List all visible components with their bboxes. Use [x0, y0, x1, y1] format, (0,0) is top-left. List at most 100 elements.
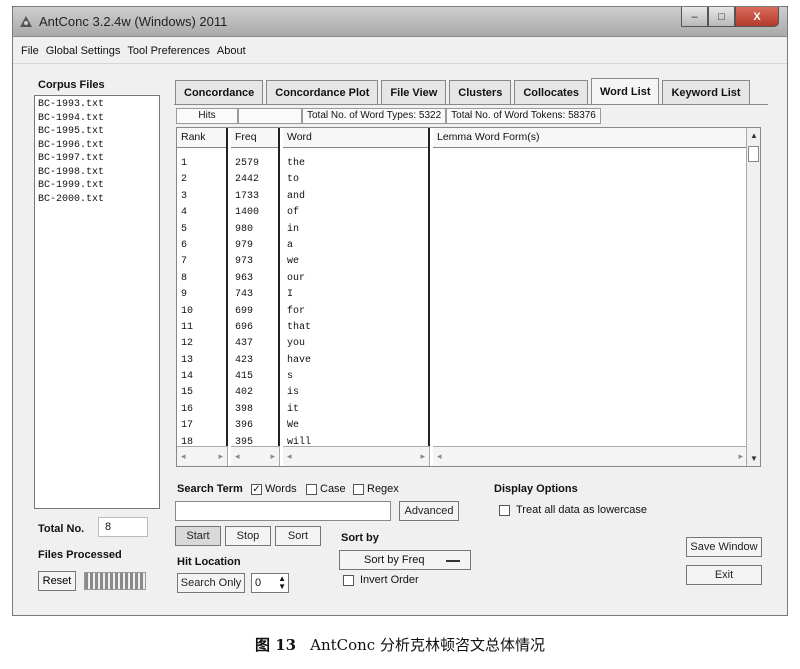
rank-cell[interactable]: 2 [177, 172, 226, 188]
word-header[interactable]: Word [283, 128, 428, 148]
rank-header[interactable]: Rank [177, 128, 226, 148]
search-only-button[interactable]: Search Only [177, 573, 245, 593]
corpus-file-item[interactable]: BC-1993.txt [38, 98, 156, 112]
freq-hscrollbar[interactable]: ◂ ▸ [231, 446, 280, 466]
freq-cell[interactable]: 2579 [231, 156, 278, 172]
menu-file[interactable]: File [21, 45, 39, 57]
word-hscrollbar[interactable]: ◂ ▸ [283, 446, 430, 466]
words-checkbox[interactable]: ✓ [251, 483, 262, 495]
invert-order-option[interactable]: Invert Order [343, 574, 419, 586]
maximize-button[interactable]: □ [708, 7, 735, 27]
rank-cell[interactable]: 14 [177, 369, 226, 385]
freq-cell[interactable]: 1400 [231, 205, 278, 221]
rank-cell[interactable]: 4 [177, 205, 226, 221]
word-cell[interactable]: I [283, 287, 428, 303]
menu-tool-preferences[interactable]: Tool Preferences [127, 45, 210, 57]
rank-cell[interactable]: 10 [177, 304, 226, 320]
freq-cell[interactable]: 973 [231, 254, 278, 270]
menu-global-settings[interactable]: Global Settings [46, 45, 121, 57]
corpus-file-item[interactable]: BC-1995.txt [38, 125, 156, 139]
lemma-header[interactable]: Lemma Word Form(s) [433, 128, 748, 148]
word-cell[interactable]: it [283, 402, 428, 418]
table-vscrollbar[interactable]: ▲ ▼ [746, 128, 760, 466]
word-cell[interactable]: our [283, 271, 428, 287]
word-cell[interactable]: for [283, 304, 428, 320]
corpus-file-item[interactable]: BC-2000.txt [38, 193, 156, 207]
case-option[interactable]: Case [306, 483, 346, 495]
lowercase-option[interactable]: Treat all data as lowercase [499, 504, 647, 516]
exit-button[interactable]: Exit [686, 565, 762, 585]
title-bar[interactable]: AntConc 3.2.4w (Windows) 2011 – □ X [13, 7, 787, 37]
minimize-button[interactable]: – [681, 7, 708, 27]
words-option[interactable]: ✓ Words [251, 483, 297, 495]
save-window-button[interactable]: Save Window [686, 537, 762, 557]
rank-hscrollbar[interactable]: ◂ ▸ [177, 446, 228, 466]
word-cell[interactable]: we [283, 254, 428, 270]
scroll-up-icon[interactable]: ▲ [750, 131, 758, 140]
tab-concordance[interactable]: Concordance [175, 80, 264, 104]
freq-cell[interactable]: 2442 [231, 172, 278, 188]
sort-by-select[interactable]: Sort by Freq [339, 550, 471, 570]
advanced-button[interactable]: Advanced [399, 501, 459, 521]
rank-cell[interactable]: 11 [177, 320, 226, 336]
tab-clusters[interactable]: Clusters [449, 80, 512, 104]
rank-cell[interactable]: 1 [177, 156, 226, 172]
word-cell[interactable]: the [283, 156, 428, 172]
rank-cell[interactable]: 5 [177, 222, 226, 238]
hit-location-spinner[interactable]: 0 ▲ ▼ [251, 573, 289, 593]
word-cell[interactable]: that [283, 320, 428, 336]
lemma-hscrollbar[interactable]: ◂ ▸ [433, 446, 748, 466]
spinner-arrows-icon[interactable]: ▲ ▼ [278, 575, 286, 591]
rank-cell[interactable]: 15 [177, 385, 226, 401]
tab-keyword-list[interactable]: Keyword List [662, 80, 750, 104]
scroll-thumb[interactable] [748, 146, 759, 162]
corpus-file-item[interactable]: BC-1997.txt [38, 152, 156, 166]
reset-button[interactable]: Reset [38, 571, 76, 591]
word-cell[interactable]: is [283, 385, 428, 401]
word-cell[interactable]: We [283, 418, 428, 434]
rank-cell[interactable]: 12 [177, 336, 226, 352]
word-list-table[interactable]: Rank 1 2 3 4 5 6 7 8 9 10 11 12 13 14 15 16 17 18 Freq 25… [176, 127, 761, 467]
stop-button[interactable]: Stop [225, 526, 271, 546]
corpus-file-item[interactable]: BC-1998.txt [38, 166, 156, 180]
freq-cell[interactable]: 402 [231, 385, 278, 401]
rank-cell[interactable]: 17 [177, 418, 226, 434]
word-cell[interactable]: s [283, 369, 428, 385]
freq-cell[interactable]: 979 [231, 238, 278, 254]
rank-cell[interactable]: 6 [177, 238, 226, 254]
freq-cell[interactable]: 398 [231, 402, 278, 418]
rank-cell[interactable]: 8 [177, 271, 226, 287]
tab-file-view[interactable]: File View [381, 80, 447, 104]
sort-button[interactable]: Sort [275, 526, 321, 546]
tab-concordance-plot[interactable]: Concordance Plot [266, 80, 379, 104]
freq-header[interactable]: Freq [231, 128, 278, 148]
scroll-down-icon[interactable]: ▼ [750, 454, 758, 463]
close-button[interactable]: X [735, 7, 779, 27]
start-button[interactable]: Start [175, 526, 221, 546]
word-cell[interactable]: in [283, 222, 428, 238]
rank-cell[interactable]: 13 [177, 353, 226, 369]
rank-cell[interactable]: 3 [177, 189, 226, 205]
regex-option[interactable]: Regex [353, 483, 399, 495]
rank-cell[interactable]: 7 [177, 254, 226, 270]
freq-cell[interactable]: 696 [231, 320, 278, 336]
word-cell[interactable]: to [283, 172, 428, 188]
word-cell[interactable]: of [283, 205, 428, 221]
word-cell[interactable]: and [283, 189, 428, 205]
word-cell[interactable]: a [283, 238, 428, 254]
case-checkbox[interactable] [306, 483, 317, 495]
freq-cell[interactable]: 437 [231, 336, 278, 352]
tab-collocates[interactable]: Collocates [514, 80, 588, 104]
word-cell[interactable]: you [283, 336, 428, 352]
search-term-input[interactable] [175, 501, 391, 521]
freq-cell[interactable]: 743 [231, 287, 278, 303]
freq-cell[interactable]: 963 [231, 271, 278, 287]
corpus-file-item[interactable]: BC-1999.txt [38, 179, 156, 193]
freq-cell[interactable]: 423 [231, 353, 278, 369]
tab-word-list[interactable]: Word List [590, 78, 660, 104]
corpus-file-list[interactable]: BC-1993.txt BC-1994.txt BC-1995.txt BC-1… [34, 95, 160, 509]
lowercase-checkbox[interactable] [499, 504, 510, 516]
freq-cell[interactable]: 415 [231, 369, 278, 385]
freq-cell[interactable]: 699 [231, 304, 278, 320]
freq-cell[interactable]: 396 [231, 418, 278, 434]
